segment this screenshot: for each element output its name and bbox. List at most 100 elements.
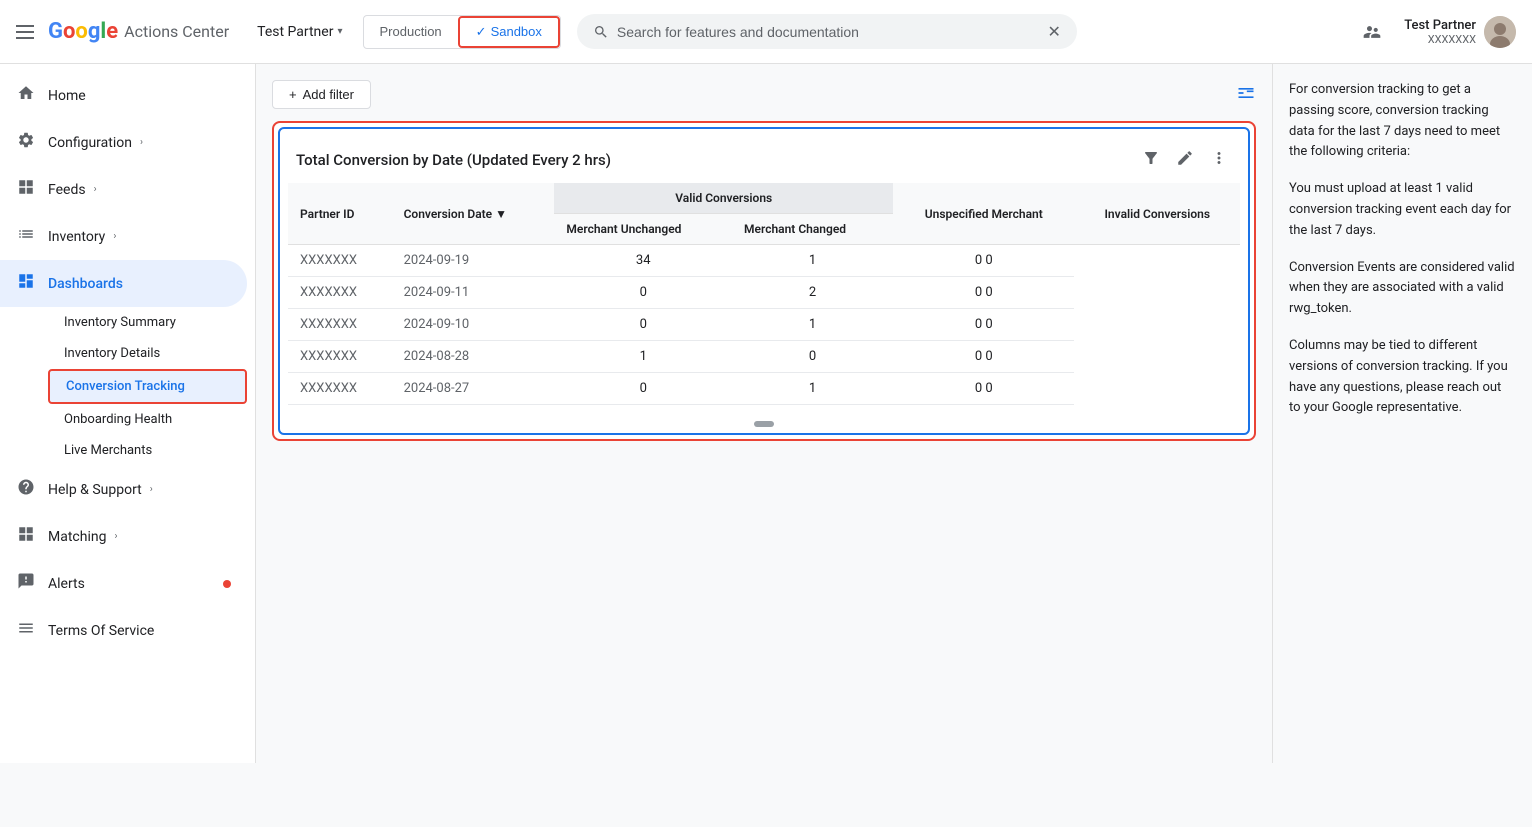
col-merchant-changed: Merchant Changed	[732, 214, 893, 245]
cell-merchant-changed: 1	[732, 245, 893, 277]
sidebar-item-matching[interactable]: Matching ›	[0, 513, 247, 560]
table-row: XXXXXXX 2024-08-27 0 1 0 0 0	[288, 373, 1240, 405]
inventory-expand-icon: ›	[113, 231, 116, 242]
col-merchant-unchanged: Merchant Unchanged	[554, 214, 732, 245]
chart-more-icon[interactable]	[1206, 145, 1232, 175]
menu-icon[interactable]	[16, 20, 40, 44]
cell-date: 2024-08-28	[392, 341, 555, 373]
search-input[interactable]	[617, 24, 1040, 40]
chart-table-wrapper: Partner ID Conversion Date ▼ Valid Conve…	[280, 183, 1248, 421]
cell-unspecified: 0 0	[893, 341, 1074, 373]
cell-partner-id: XXXXXXX	[288, 373, 392, 405]
info-paragraph: You must upload at least 1 valid convers…	[1289, 179, 1516, 241]
cell-partner-id: XXXXXXX	[288, 277, 392, 309]
sidebar-label-matching: Matching	[48, 529, 106, 545]
info-paragraph: Conversion Events are considered valid w…	[1289, 258, 1516, 320]
cell-merchant-changed: 0	[732, 341, 893, 373]
sidebar-label-inventory-summary: Inventory Summary	[64, 315, 176, 330]
col-invalid: Invalid Conversions	[1074, 183, 1240, 245]
sidebar-item-help-support[interactable]: Help & Support ›	[0, 466, 247, 513]
resize-handle[interactable]	[754, 421, 774, 427]
home-icon	[16, 84, 36, 107]
feeds-icon	[16, 178, 36, 201]
terms-icon	[16, 619, 36, 642]
search-clear-icon[interactable]: ✕	[1047, 22, 1060, 41]
sidebar-label-home: Home	[48, 88, 86, 104]
search-bar[interactable]: ✕	[577, 14, 1077, 49]
user-name: Test Partner	[1404, 18, 1476, 33]
chart-actions	[1138, 145, 1232, 175]
sidebar-label-conversion-tracking: Conversion Tracking	[66, 379, 185, 394]
inventory-icon	[16, 225, 36, 248]
main-content: + Add filter Total Conversion by Date (U…	[256, 64, 1272, 763]
app-layout: Home Configuration › Feeds › Inventory ›	[0, 64, 1532, 763]
sidebar-label-alerts: Alerts	[48, 576, 85, 592]
partner-selector[interactable]: Test Partner ▾	[245, 18, 354, 46]
sidebar-label-inventory: Inventory	[48, 229, 105, 245]
topbar: Google Actions Center Test Partner ▾ Pro…	[0, 0, 1532, 64]
cell-merchant-changed: 2	[732, 277, 893, 309]
sidebar-item-feeds[interactable]: Feeds ›	[0, 166, 247, 213]
cell-partner-id: XXXXXXX	[288, 309, 392, 341]
main-area: + Add filter Total Conversion by Date (U…	[256, 64, 1532, 763]
info-paragraph: For conversion tracking to get a passing…	[1289, 80, 1516, 163]
chart-filter-icon[interactable]	[1138, 145, 1164, 175]
cell-partner-id: XXXXXXX	[288, 341, 392, 373]
partner-name: Test Partner	[257, 24, 333, 40]
col-unspecified: Unspecified Merchant	[893, 183, 1074, 245]
production-button[interactable]: Production	[364, 18, 458, 45]
sidebar: Home Configuration › Feeds › Inventory ›	[0, 64, 256, 763]
sidebar-item-home[interactable]: Home	[0, 72, 247, 119]
sidebar-label-feeds: Feeds	[48, 182, 86, 198]
search-icon	[593, 24, 609, 40]
sandbox-button[interactable]: ✓ Sandbox	[458, 16, 560, 48]
cell-merchant-unchanged: 0	[554, 373, 732, 405]
sidebar-item-inventory-summary[interactable]: Inventory Summary	[48, 307, 247, 338]
sidebar-label-configuration: Configuration	[48, 135, 132, 151]
alerts-badge	[223, 580, 231, 588]
topbar-right: Test Partner XXXXXXX	[1352, 12, 1516, 52]
view-options-icon[interactable]	[1236, 83, 1256, 107]
chart-edit-icon[interactable]	[1172, 145, 1198, 175]
user-profile[interactable]: Test Partner XXXXXXX	[1404, 16, 1516, 48]
sidebar-label-inventory-details: Inventory Details	[64, 346, 160, 361]
sidebar-item-configuration[interactable]: Configuration ›	[0, 119, 247, 166]
dashboards-submenu: Inventory Summary Inventory Details Conv…	[0, 307, 255, 466]
cell-merchant-unchanged: 1	[554, 341, 732, 373]
conversion-table: Partner ID Conversion Date ▼ Valid Conve…	[288, 183, 1240, 405]
page-toolbar: + Add filter	[272, 80, 1256, 109]
dashboards-icon	[16, 272, 36, 295]
cell-unspecified: 0 0	[893, 277, 1074, 309]
add-filter-button[interactable]: + Add filter	[272, 80, 371, 109]
sidebar-item-terms[interactable]: Terms Of Service	[0, 607, 247, 654]
info-content: For conversion tracking to get a passing…	[1289, 80, 1516, 419]
sidebar-item-inventory[interactable]: Inventory ›	[0, 213, 247, 260]
sidebar-item-live-merchants[interactable]: Live Merchants	[48, 435, 247, 466]
app-name: Actions Center	[124, 22, 229, 41]
chart-card-inner: Total Conversion by Date (Updated Every …	[278, 127, 1250, 435]
cell-merchant-unchanged: 34	[554, 245, 732, 277]
configuration-icon	[16, 131, 36, 154]
col-partner-id: Partner ID	[288, 183, 392, 245]
sidebar-item-inventory-details[interactable]: Inventory Details	[48, 338, 247, 369]
help-expand-icon: ›	[150, 484, 153, 495]
sidebar-item-dashboards[interactable]: Dashboards	[0, 260, 247, 307]
cell-date: 2024-09-19	[392, 245, 555, 277]
matching-expand-icon: ›	[114, 531, 117, 542]
sidebar-item-alerts[interactable]: Alerts	[0, 560, 247, 607]
filter-plus-icon: +	[289, 87, 297, 102]
sidebar-item-onboarding-health[interactable]: Onboarding Health	[48, 404, 247, 435]
sidebar-label-onboarding-health: Onboarding Health	[64, 412, 172, 427]
sidebar-label-dashboards: Dashboards	[48, 276, 123, 292]
chart-header: Total Conversion by Date (Updated Every …	[280, 129, 1248, 183]
avatar	[1484, 16, 1516, 48]
sidebar-label-live-merchants: Live Merchants	[64, 443, 152, 458]
col-group-valid: Valid Conversions	[554, 183, 893, 214]
sidebar-label-terms: Terms Of Service	[48, 623, 154, 639]
table-row: XXXXXXX 2024-09-10 0 1 0 0 0	[288, 309, 1240, 341]
manage-accounts-button[interactable]	[1352, 12, 1392, 52]
cell-date: 2024-09-11	[392, 277, 555, 309]
user-id: XXXXXXX	[1404, 33, 1476, 46]
sidebar-item-conversion-tracking[interactable]: Conversion Tracking	[48, 369, 247, 404]
env-switcher: Production ✓ Sandbox	[363, 15, 561, 49]
